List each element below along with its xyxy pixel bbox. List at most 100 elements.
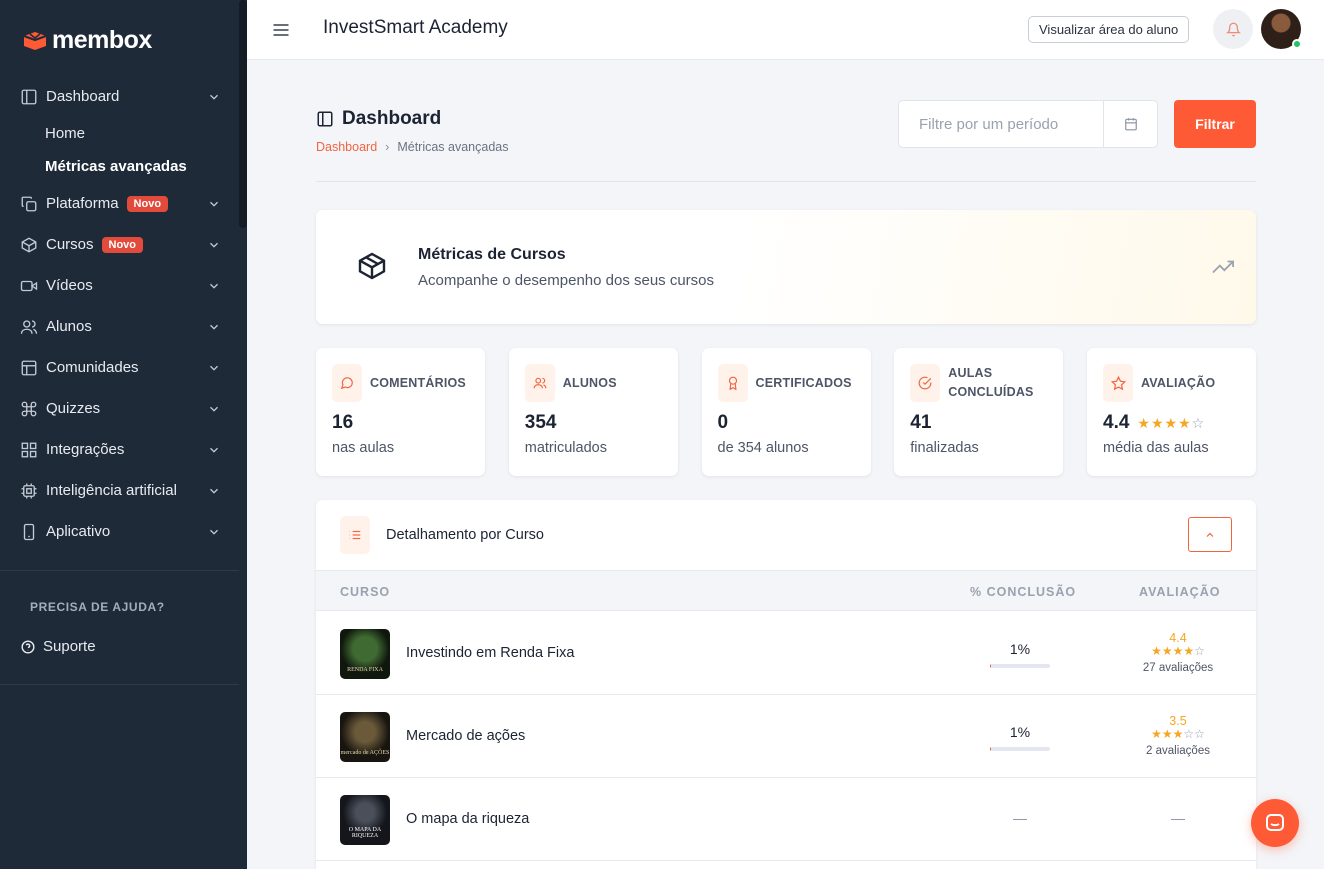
award-icon	[728, 376, 737, 390]
stat-value: 354	[525, 412, 557, 434]
chevron-up-icon	[1206, 532, 1214, 537]
notifications-button[interactable]	[1213, 9, 1253, 49]
layout-icon	[21, 89, 37, 104]
stat-label: AVALIAÇÃO	[1141, 375, 1216, 390]
support-link[interactable]: Suporte	[21, 638, 96, 655]
sidebar-item-videos[interactable]: Vídeos	[0, 265, 239, 306]
message-circle-icon	[340, 377, 353, 390]
course-name[interactable]: O mapa da riqueza	[406, 811, 529, 827]
chat-icon	[1266, 814, 1284, 831]
calendar-icon	[1125, 118, 1137, 131]
chevron-down-icon	[210, 406, 218, 412]
rating-stars: ★ ★ ★ ☆ ☆	[1128, 728, 1228, 740]
period-input[interactable]	[899, 101, 1103, 147]
sidebar-subitem-advanced-metrics[interactable]: Métricas avançadas	[0, 150, 239, 183]
check-circle-icon	[918, 376, 932, 390]
course-name[interactable]: Investindo em Renda Fixa	[406, 645, 574, 661]
completion-percent: 1%	[1009, 724, 1031, 740]
sidebar-item-cursos[interactable]: Cursos Novo	[0, 224, 239, 265]
chevron-down-icon	[210, 488, 218, 494]
completion-bar	[990, 664, 1050, 668]
star-icon	[1110, 375, 1126, 390]
star-filled-icon: ★	[1137, 415, 1150, 431]
table-header: CURSO % CONCLUSÃO AVALIAÇÃO	[316, 570, 1256, 611]
thumbnail-caption: RENDA FIXA	[347, 667, 383, 673]
star-filled-icon: ★	[1151, 727, 1162, 741]
completion-bar	[990, 747, 1050, 751]
video-icon	[20, 280, 38, 291]
calendar-button[interactable]	[1103, 101, 1158, 147]
sidebar-item-label: Cursos	[46, 236, 94, 253]
stat-icon-box	[910, 364, 941, 402]
stat-value: 41	[910, 412, 931, 434]
brand-name: membox	[52, 26, 152, 54]
table-row[interactable]: RENDA FIXA Investindo em Renda Fixa 1% 4…	[316, 612, 1256, 695]
main-content: Dashboard Dashboard › Métricas avançadas…	[247, 60, 1324, 869]
brand-logo[interactable]: membox	[22, 26, 152, 55]
star-filled-icon: ★	[1172, 727, 1184, 741]
stat-subtext: média das aulas	[1103, 440, 1209, 456]
breadcrumb-root[interactable]: Dashboard	[316, 140, 377, 154]
sidebar-item-alunos[interactable]: Alunos	[0, 306, 239, 347]
sidebar-item-inteligencia-artificial[interactable]: Inteligência artificial	[0, 470, 239, 511]
table-row[interactable]: mercado de AÇÕES Mercado de ações 1% 3.5…	[316, 695, 1256, 778]
view-student-area-button[interactable]: Visualizar área do aluno	[1028, 16, 1190, 43]
stat-card-students: ALUNOS 354 matriculados	[508, 348, 678, 476]
stat-icon-box	[524, 364, 555, 402]
column-header-course[interactable]: CURSO	[340, 585, 390, 599]
card-title: Detalhamento por Curso	[386, 527, 544, 543]
chevron-down-icon	[210, 529, 218, 535]
page-header: Dashboard	[316, 108, 441, 130]
column-header-rating[interactable]: AVALIAÇÃO	[1139, 585, 1220, 599]
stat-subtext: nas aulas	[332, 440, 395, 456]
layout-grid-icon	[21, 360, 37, 375]
banner-title: Métricas de Cursos	[418, 246, 566, 263]
sidebar-scrollbar[interactable]	[239, 0, 247, 228]
course-breakdown-card: Detalhamento por Curso CURSO % CONCLUSÃO…	[316, 500, 1256, 869]
stat-card-rating: AVALIAÇÃO 4.4 ★ ★ ★ ★ ☆ média das aulas	[1087, 348, 1256, 476]
sidebar-item-comunidades[interactable]: Comunidades	[0, 347, 239, 388]
star-empty-icon: ☆	[1194, 644, 1205, 658]
star-filled-icon: ★	[1172, 644, 1184, 658]
stat-icon-box	[717, 364, 748, 402]
breadcrumb: Dashboard › Métricas avançadas	[316, 140, 509, 154]
app-title: InvestSmart Academy	[323, 17, 508, 38]
completion-bar-fill	[990, 664, 992, 668]
course-thumbnail: mercado de AÇÕES	[340, 712, 390, 762]
stat-label: COMENTÁRIOS	[370, 375, 466, 390]
sidebar-item-integracoes[interactable]: Integrações	[0, 429, 239, 470]
course-name[interactable]: Mercado de ações	[406, 728, 525, 744]
stat-icon-box	[332, 364, 362, 402]
metrics-banner: Métricas de Cursos Acompanhe o desempenh…	[316, 210, 1256, 324]
menu-toggle-button[interactable]	[271, 20, 291, 40]
trending-up-icon	[1212, 260, 1234, 274]
star-empty-icon: ☆	[1183, 727, 1195, 741]
cpu-icon	[21, 483, 37, 498]
avatar[interactable]	[1261, 9, 1302, 49]
collapse-button[interactable]	[1188, 517, 1232, 552]
sidebar-item-aplicativo[interactable]: Aplicativo	[0, 511, 239, 552]
smartphone-icon	[23, 523, 35, 540]
sidebar-item-dashboard[interactable]: Dashboard	[0, 76, 239, 117]
column-header-completion[interactable]: % CONCLUSÃO	[970, 585, 1076, 599]
period-filter	[898, 100, 1158, 148]
stat-value: 16	[332, 412, 353, 434]
users-icon	[20, 319, 38, 334]
sidebar-subitem-home[interactable]: Home	[0, 117, 239, 150]
chat-button[interactable]	[1251, 799, 1299, 847]
list-icon	[349, 530, 361, 540]
chevron-down-icon	[210, 447, 218, 453]
stat-subtext: finalizadas	[910, 440, 979, 456]
table-row[interactable]: O MAPA DA RIQUEZA O mapa da riqueza — —	[316, 778, 1256, 861]
help-circle-icon	[21, 639, 35, 654]
sidebar-divider	[0, 570, 239, 571]
sidebar-item-plataforma[interactable]: Plataforma Novo	[0, 183, 239, 224]
stat-value: 0	[718, 412, 729, 434]
top-bar: InvestSmart Academy Visualizar área do a…	[247, 0, 1324, 60]
box-icon	[358, 252, 386, 280]
filter-button[interactable]: Filtrar	[1174, 100, 1256, 148]
completion-empty: —	[1013, 810, 1027, 826]
sidebar-item-quizzes[interactable]: Quizzes	[0, 388, 239, 429]
thumbnail-caption: mercado de AÇÕES	[340, 750, 390, 756]
command-icon	[21, 401, 37, 416]
